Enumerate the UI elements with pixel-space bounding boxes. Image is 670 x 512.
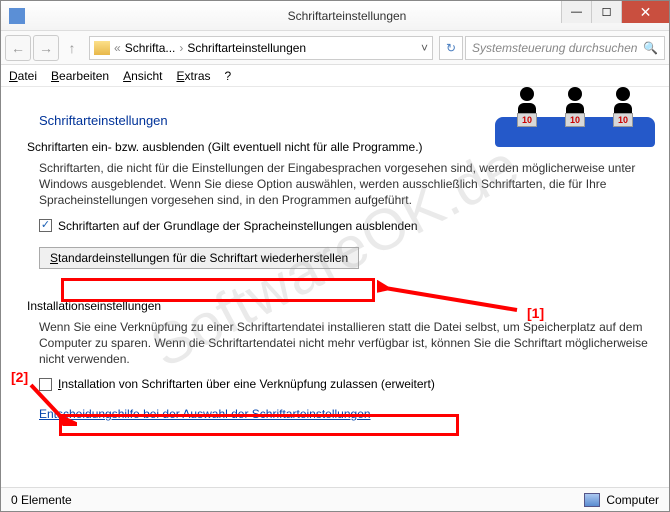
checkbox-label: Schriftarten auf der Grundlage der Sprac… [58, 219, 418, 233]
back-button[interactable]: ← [5, 35, 31, 61]
search-icon[interactable]: 🔍 [643, 41, 658, 55]
up-button[interactable]: ↑ [61, 35, 83, 61]
menubar: Datei Bearbeiten Ansicht Extras ? [1, 65, 669, 87]
computer-icon [584, 493, 600, 507]
annotation-arrow-1 [377, 280, 527, 320]
section-body-display: Schriftarten, die nicht für die Einstell… [39, 160, 649, 209]
install-shortcut-checkbox-row[interactable]: Installation von Schriftarten über eine … [39, 377, 649, 391]
breadcrumb-sep: « [112, 41, 123, 55]
forward-button[interactable]: → [33, 35, 59, 61]
breadcrumb-item[interactable]: Schrifta... [125, 41, 176, 55]
refresh-button[interactable]: ↻ [439, 36, 463, 60]
checkbox-icon[interactable]: ✓ [39, 219, 52, 232]
annotation-label-2: [2] [11, 369, 28, 385]
titlebar: Schriftarteinstellungen — ☐ ✕ [1, 1, 669, 31]
restore-defaults-button[interactable]: Standardeinstellungen für die Schriftart… [39, 247, 359, 269]
annotation-arrow-2 [27, 381, 77, 426]
breadcrumb-sep: › [177, 41, 185, 55]
annotation-label-1: [1] [527, 305, 544, 321]
breadcrumb-dropdown-icon[interactable]: ˅ [421, 41, 428, 55]
close-button[interactable]: ✕ [621, 1, 669, 23]
help-link[interactable]: Entscheidungshilfe bei der Auswahl der S… [39, 407, 371, 421]
minimize-button[interactable]: — [561, 1, 591, 23]
menu-edit[interactable]: Bearbeiten [51, 69, 109, 83]
window-controls: — ☐ ✕ [561, 1, 669, 23]
app-icon [9, 8, 25, 24]
section-heading-display: Schriftarten ein- bzw. ausblenden (Gilt … [27, 140, 649, 154]
page-title: Schriftarteinstellungen [39, 113, 649, 128]
menu-view[interactable]: Ansicht [123, 69, 162, 83]
folder-icon [94, 41, 110, 55]
navbar: ← → ↑ « Schrifta... › Schriftarteinstell… [1, 31, 669, 65]
breadcrumb-item[interactable]: Schriftarteinstellungen [187, 41, 306, 55]
statusbar: 0 Elemente Computer [1, 487, 669, 511]
status-location: Computer [606, 493, 659, 507]
menu-extras[interactable]: Extras [176, 69, 210, 83]
checkbox-label: Installation von Schriftarten über eine … [58, 377, 435, 391]
maximize-button[interactable]: ☐ [591, 1, 621, 23]
menu-file[interactable]: Datei [9, 69, 37, 83]
breadcrumb[interactable]: « Schrifta... › Schriftarteinstellungen … [89, 36, 433, 60]
menu-help[interactable]: ? [225, 69, 232, 83]
search-input[interactable]: Systemsteuerung durchsuchen 🔍 [465, 36, 665, 60]
status-item-count: 0 Elemente [11, 493, 72, 507]
content-area: Schriftarteinstellungen Schriftarten ein… [1, 87, 669, 487]
section-body-install: Wenn Sie eine Verknüpfung zu einer Schri… [39, 319, 649, 368]
search-placeholder: Systemsteuerung durchsuchen [472, 41, 637, 55]
hide-fonts-checkbox-row[interactable]: ✓ Schriftarten auf der Grundlage der Spr… [39, 219, 649, 233]
section-heading-install: Installationseinstellungen [27, 299, 649, 313]
